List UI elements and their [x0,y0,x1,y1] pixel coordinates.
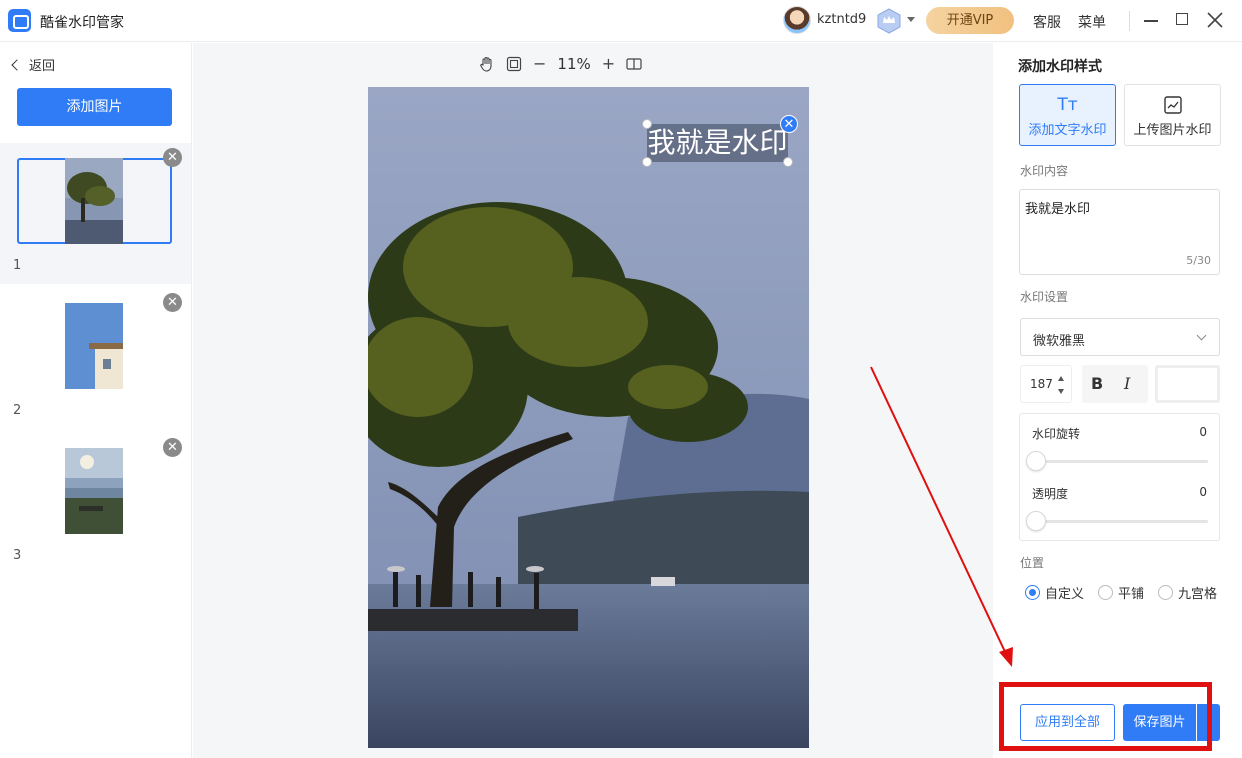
position-option-tile[interactable]: 平铺 [1098,583,1144,602]
thumbnail-frame[interactable] [17,303,172,389]
back-label: 返回 [29,59,56,74]
char-count: 5/30 [1186,254,1211,267]
position-option-grid[interactable]: 九宫格 [1158,583,1217,602]
radio-button[interactable] [1158,585,1174,600]
image-watermark-label: 上传图片水印 [1133,123,1212,138]
annotation-highlight-box [999,682,1212,751]
resize-handle[interactable] [642,119,652,129]
username[interactable]: kztntd9 [817,12,866,27]
content-label: 水印内容 [1020,164,1069,178]
thumbnail-sunset-bench [65,448,123,534]
watermark-settings-panel: 添加水印样式 Tт 添加文字水印 上传图片水印 水印内容 我就是水印 5/30 … [994,43,1242,758]
increment-icon[interactable] [1058,376,1064,381]
image-index: 1 [13,258,22,273]
chevron-left-icon [11,58,23,71]
preview-photo[interactable]: 我就是水印 ✕ [368,87,809,748]
vip-crown-icon[interactable] [876,8,902,34]
text-icon: Tт [1057,95,1078,115]
hand-pan-icon[interactable] [479,56,495,72]
radio-button[interactable] [1098,585,1114,600]
radio-button[interactable] [1025,585,1040,600]
radio-label: 自定义 [1045,587,1085,602]
zoom-out-button[interactable]: − [533,56,546,72]
position-radio-group: 自定义 平铺 九宫格 [1025,583,1231,602]
caret-down-icon[interactable] [907,17,915,22]
thumbnail-building [65,303,123,389]
image-list-item[interactable]: ✕ 3 [0,433,191,574]
image-list-item[interactable]: ✕ 2 [0,288,191,429]
panel-title: 添加水印样式 [1018,59,1102,75]
position-option-custom[interactable]: 自定义 [1025,583,1084,602]
thumbnail-lake-tree [65,158,123,244]
image-watermark-tab[interactable]: 上传图片水印 [1124,84,1221,146]
editor-canvas: − 11% + 我就是水印 ✕ [193,43,993,758]
watermark-text[interactable]: 我就是水印 [647,124,788,162]
zoom-level: 11% [557,55,591,73]
lake-tree-photo [368,87,809,748]
radio-label: 平铺 [1118,587,1145,602]
color-picker[interactable] [1155,365,1220,403]
italic-button[interactable]: I [1124,374,1130,393]
radio-label: 九宫格 [1178,587,1218,602]
image-index: 2 [13,403,22,418]
opacity-slider-thumb[interactable] [1026,511,1046,531]
image-index: 3 [13,548,22,563]
remove-image-button[interactable]: ✕ [163,148,182,167]
rotation-opacity-card: 水印旋转 0 透明度 0 [1019,413,1220,541]
remove-image-button[interactable]: ✕ [163,438,182,457]
maximize-icon[interactable] [1176,13,1188,25]
menu-link[interactable]: 菜单 [1078,12,1106,32]
watermark-bounding-box[interactable]: 我就是水印 [647,124,788,162]
open-vip-button[interactable]: 开通VIP [926,7,1014,34]
opacity-value: 0 [1199,485,1207,499]
opacity-label: 透明度 [1032,487,1069,501]
compare-icon[interactable] [626,56,642,72]
position-label: 位置 [1020,556,1045,570]
customer-service-link[interactable]: 客服 [1033,12,1061,32]
image-upload-icon [1163,96,1182,114]
text-watermark-label: 添加文字水印 [1028,123,1107,138]
minimize-icon[interactable] [1144,20,1158,22]
zoom-in-button[interactable]: + [602,56,615,72]
image-list-sidebar: 返回 添加图片 ✕ 1 ✕ 2 ✕ 3 [0,43,192,758]
chevron-down-icon [1196,330,1207,341]
back-button[interactable]: 返回 [10,55,55,74]
rotation-value: 0 [1199,425,1207,439]
add-image-button[interactable]: 添加图片 [17,88,172,126]
fit-screen-icon[interactable] [506,56,522,72]
watermark-content-input[interactable]: 我就是水印 5/30 [1019,189,1220,275]
resize-handle[interactable] [642,157,652,167]
watermark-content-value[interactable]: 我就是水印 [1025,198,1090,217]
rotation-label: 水印旋转 [1032,427,1081,441]
settings-label: 水印设置 [1020,290,1069,304]
user-avatar[interactable] [783,6,811,34]
text-watermark-tab[interactable]: Tт 添加文字水印 [1019,84,1116,146]
thumbnail-frame[interactable] [17,158,172,244]
font-select-value: 微软雅黑 [1033,334,1086,349]
canvas-toolbar: − 11% + [479,53,642,75]
bold-button[interactable]: B [1091,374,1103,393]
font-size-value[interactable]: 187 [1030,377,1053,391]
resize-handle[interactable] [783,157,793,167]
opacity-slider[interactable] [1034,520,1208,523]
app-title: 酷雀水印管家 [40,15,124,31]
font-select[interactable]: 微软雅黑 [1020,318,1220,356]
thumbnail-frame[interactable] [17,448,172,534]
image-list-item[interactable]: ✕ 1 [0,143,191,284]
decrement-icon[interactable] [1058,389,1064,394]
remove-image-button[interactable]: ✕ [163,293,182,312]
rotation-slider-thumb[interactable] [1026,451,1046,471]
font-size-stepper[interactable]: 187 [1020,365,1072,403]
text-style-group: B I [1082,365,1148,403]
app-logo-icon [8,9,31,32]
rotation-slider[interactable] [1034,460,1208,463]
delete-watermark-button[interactable]: ✕ [780,115,798,133]
divider [1129,11,1130,31]
close-icon[interactable] [1206,11,1224,29]
title-bar: 酷雀水印管家 kztntd9 开通VIP 客服 菜单 [0,0,1242,42]
